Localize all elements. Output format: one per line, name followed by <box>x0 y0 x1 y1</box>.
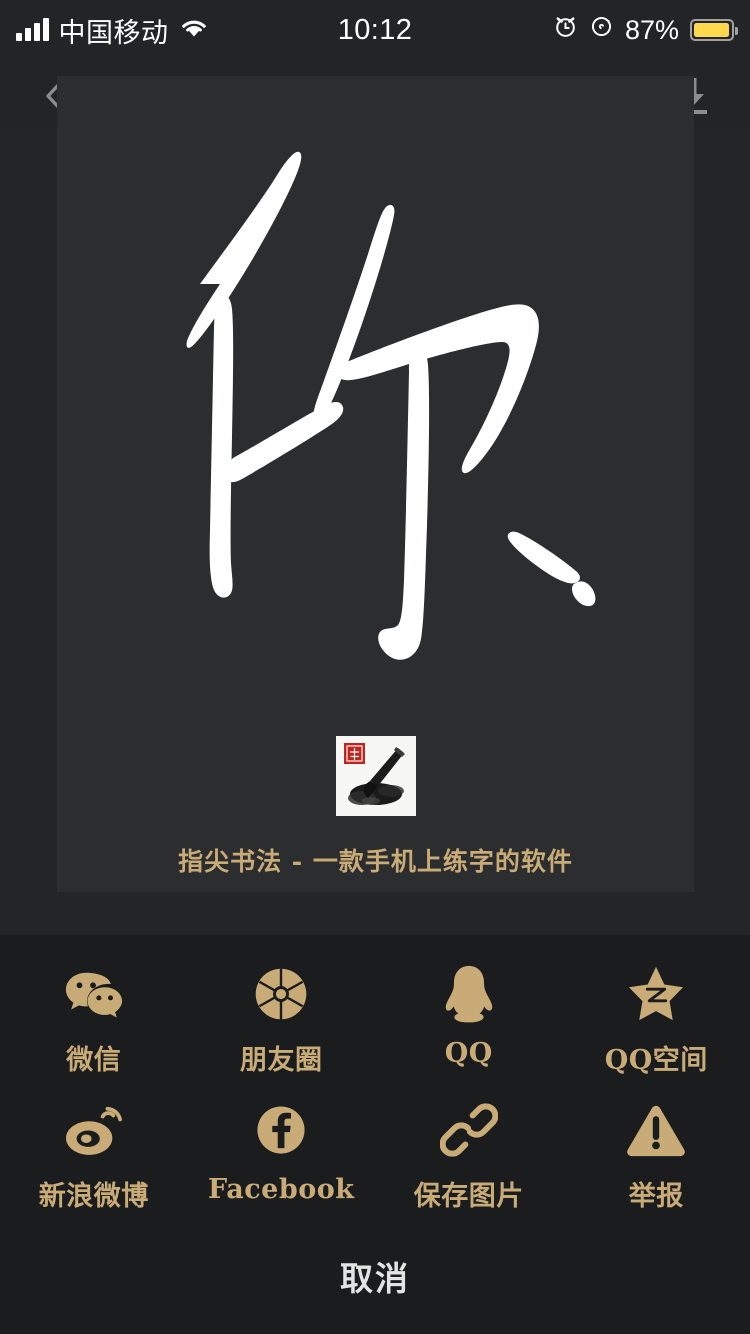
calligraphy-character <box>186 151 596 660</box>
share-label: 举报 <box>628 1181 684 1212</box>
signal-bars-icon <box>16 18 49 41</box>
status-bar: 中国移动 10:12 87% <box>0 0 750 60</box>
app-caption: 指尖书法 - 一款手机上练字的软件 <box>178 847 573 876</box>
share-sheet: 微信 朋友圈 QQ QQ空间 新浪微博 Facebook 保存图片 举报 取消 <box>0 935 750 1334</box>
share-item-weibo[interactable]: 新浪微博 <box>0 1099 188 1235</box>
wifi-icon <box>179 15 209 46</box>
clock-label: 10:12 <box>337 13 413 46</box>
wechat-icon <box>63 963 125 1025</box>
moments-aperture-icon <box>250 963 312 1025</box>
share-item-moments[interactable]: 朋友圈 <box>188 963 376 1099</box>
share-label: 微信 <box>66 1045 122 1076</box>
warning-triangle-icon <box>625 1099 687 1161</box>
share-item-wechat[interactable]: 微信 <box>0 963 188 1099</box>
battery-icon <box>690 19 739 41</box>
share-label: 保存图片 <box>413 1181 524 1212</box>
status-bar-right: 87% <box>412 14 739 46</box>
share-label: Facebook <box>208 1174 355 1205</box>
calligraphy-preview-card: 指尖书法 - 一款手机上练字的软件 <box>57 76 694 892</box>
share-item-report[interactable]: 举报 <box>563 1099 750 1235</box>
alarm-clock-icon <box>553 14 578 46</box>
weibo-eye-icon <box>63 1099 125 1161</box>
ink-brush-seal-logo <box>335 736 416 816</box>
share-label: QQ空间 <box>604 1045 708 1076</box>
qzone-star-icon <box>625 963 687 1025</box>
share-target-grid: 微信 朋友圈 QQ QQ空间 新浪微博 Facebook 保存图片 举报 <box>0 935 750 1235</box>
facebook-icon <box>250 1099 312 1161</box>
qq-penguin-icon <box>438 963 500 1025</box>
cancel-button[interactable]: 取消 <box>0 1218 750 1334</box>
rotation-lock-icon <box>589 14 614 46</box>
share-item-qq[interactable]: QQ <box>375 963 563 1099</box>
app-screen: 中国移动 10:12 87% 指尖书法 - 一款手机上练字的软件 微信 朋友圈 … <box>0 0 750 1334</box>
share-label: 朋友圈 <box>240 1045 323 1076</box>
status-bar-left: 中国移动 <box>16 11 338 50</box>
battery-percent-label: 87% <box>624 14 680 45</box>
share-item-qzone[interactable]: QQ空间 <box>563 963 750 1099</box>
app-brand-block: 指尖书法 - 一款手机上练字的软件 <box>57 736 694 878</box>
share-item-facebook[interactable]: Facebook <box>188 1099 376 1235</box>
share-label: 新浪微博 <box>38 1181 149 1212</box>
share-item-save-image[interactable]: 保存图片 <box>375 1099 563 1235</box>
cancel-label: 取消 <box>340 1259 410 1298</box>
share-label: QQ <box>444 1038 493 1069</box>
carrier-label: 中国移动 <box>58 17 169 48</box>
chain-link-icon <box>438 1099 500 1161</box>
